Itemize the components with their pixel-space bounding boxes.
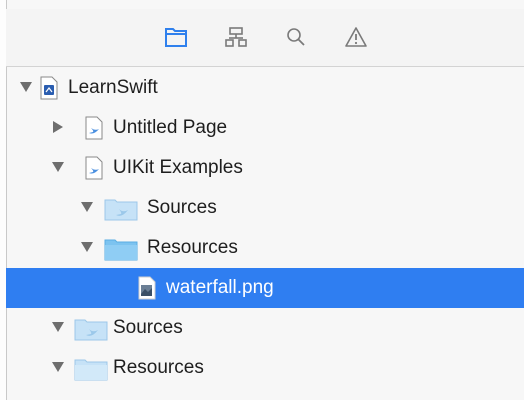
symbol-navigator-button[interactable] [222,23,250,51]
symbol-navigator-icon [225,27,247,47]
tree-item-label: Sources [147,197,217,218]
tree-row-uikit-examples[interactable]: UIKit Examples [6,148,524,188]
tree-item-label: Resources [113,357,204,378]
disclosure-triangle-expanded-icon[interactable] [52,362,64,372]
swift-file-icon [85,116,103,140]
tree-row-waterfall-png[interactable]: waterfall.png [6,268,524,308]
folder-icon [74,359,108,381]
project-navigator-button[interactable] [162,23,190,51]
tree-row-resources-nested[interactable]: Resources [6,228,524,268]
tree-row-resources[interactable]: Resources [6,348,524,388]
tree-item-label: Untitled Page [113,117,228,138]
sources-folder-icon [74,319,108,341]
disclosure-triangle-collapsed-icon[interactable] [53,121,63,133]
playground-icon [40,76,58,100]
issue-navigator-button[interactable] [342,23,370,51]
tree-row-sources[interactable]: Sources [6,308,524,348]
tree-row-learnswift[interactable]: LearnSwift [6,68,524,108]
find-navigator-button[interactable] [282,23,310,51]
folder-icon [104,239,138,261]
tree-item-label: LearnSwift [68,77,158,98]
swift-file-icon [85,156,103,180]
disclosure-triangle-expanded-icon[interactable] [81,202,93,212]
search-navigator-icon [287,28,305,46]
disclosure-triangle-expanded-icon[interactable] [52,322,64,332]
folder-navigator-icon [165,28,187,47]
disclosure-triangle-expanded-icon[interactable] [20,82,32,92]
disclosure-triangle-expanded-icon[interactable] [52,162,64,172]
tree-item-label: Resources [147,237,238,258]
image-file-icon [138,276,156,300]
tree-row-untitled-page[interactable]: Untitled Page [6,108,524,148]
sources-folder-icon [104,199,138,221]
disclosure-triangle-expanded-icon[interactable] [81,242,93,252]
tree-item-label: waterfall.png [166,277,274,298]
tree-item-label: UIKit Examples [113,157,243,178]
tree-row-sources-nested[interactable]: Sources [6,188,524,228]
tree-item-label: Sources [113,317,183,338]
warning-triangle-icon [345,27,367,47]
navigator-toolbar [6,9,524,67]
